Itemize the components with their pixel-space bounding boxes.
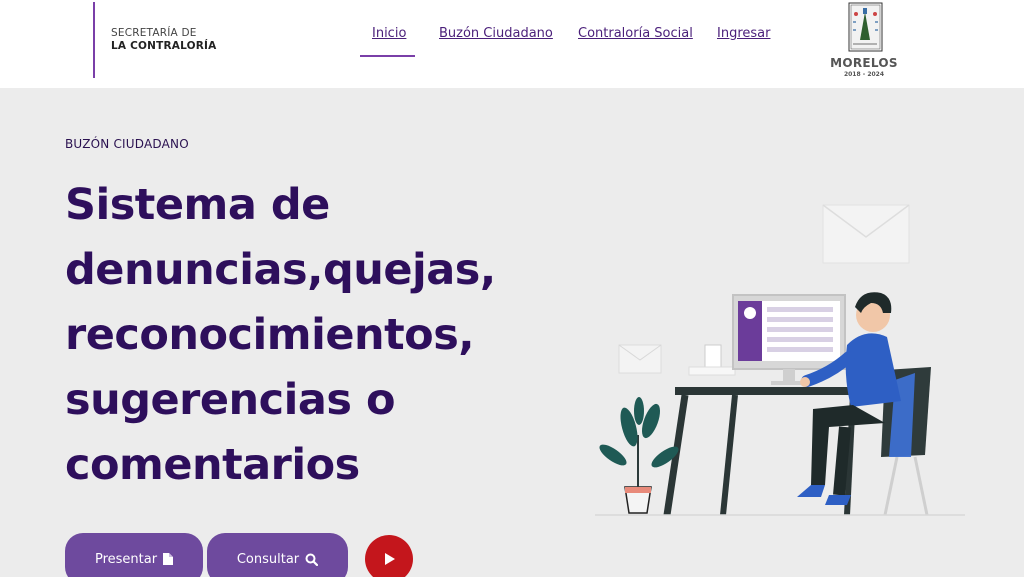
present-button[interactable]: Presentar (65, 533, 203, 577)
headline-line: Sistema de (65, 180, 330, 230)
consult-button-label: Consultar (236, 551, 300, 567)
search-icon (305, 553, 319, 566)
nav-link-contraloria-social[interactable]: Contraloría Social (578, 26, 693, 41)
headline-line: denuncias,quejas, (65, 245, 496, 295)
brand-line-1: SECRETARÍA DE (111, 27, 197, 39)
seal-years: 2018 - 2024 (843, 71, 885, 78)
headline-line: comentarios (65, 440, 360, 490)
consult-button[interactable]: Consultar (207, 533, 348, 577)
brand-logo[interactable]: SECRETARÍA DE LA CONTRALORÍA (111, 27, 216, 53)
nav-link-buzon-ciudadano[interactable]: Buzón Ciudadano (439, 26, 553, 41)
brand-divider (93, 2, 95, 78)
nav-link-inicio[interactable]: Inicio (372, 26, 406, 41)
seal-label: MORELOS (830, 56, 898, 70)
nav-link-ingresar[interactable]: Ingresar (717, 26, 770, 41)
hero-eyebrow: BUZÓN CIUDADANO (65, 137, 189, 151)
hero-headline: Sistema de denuncias,quejas, reconocimie… (65, 173, 585, 498)
site-header: SECRETARÍA DE LA CONTRALORÍA Inicio Buzó… (0, 0, 1024, 88)
headline-line: sugerencias o (65, 375, 395, 425)
person-at-computer-illustration (595, 204, 965, 516)
play-icon (382, 552, 396, 566)
play-video-button[interactable] (365, 535, 413, 577)
brand-line-2: LA CONTRALORÍA (111, 40, 217, 52)
document-icon (163, 553, 174, 565)
present-button-label: Presentar (94, 551, 158, 567)
headline-line: reconocimientos, (65, 310, 475, 360)
nav-active-indicator (360, 55, 415, 57)
